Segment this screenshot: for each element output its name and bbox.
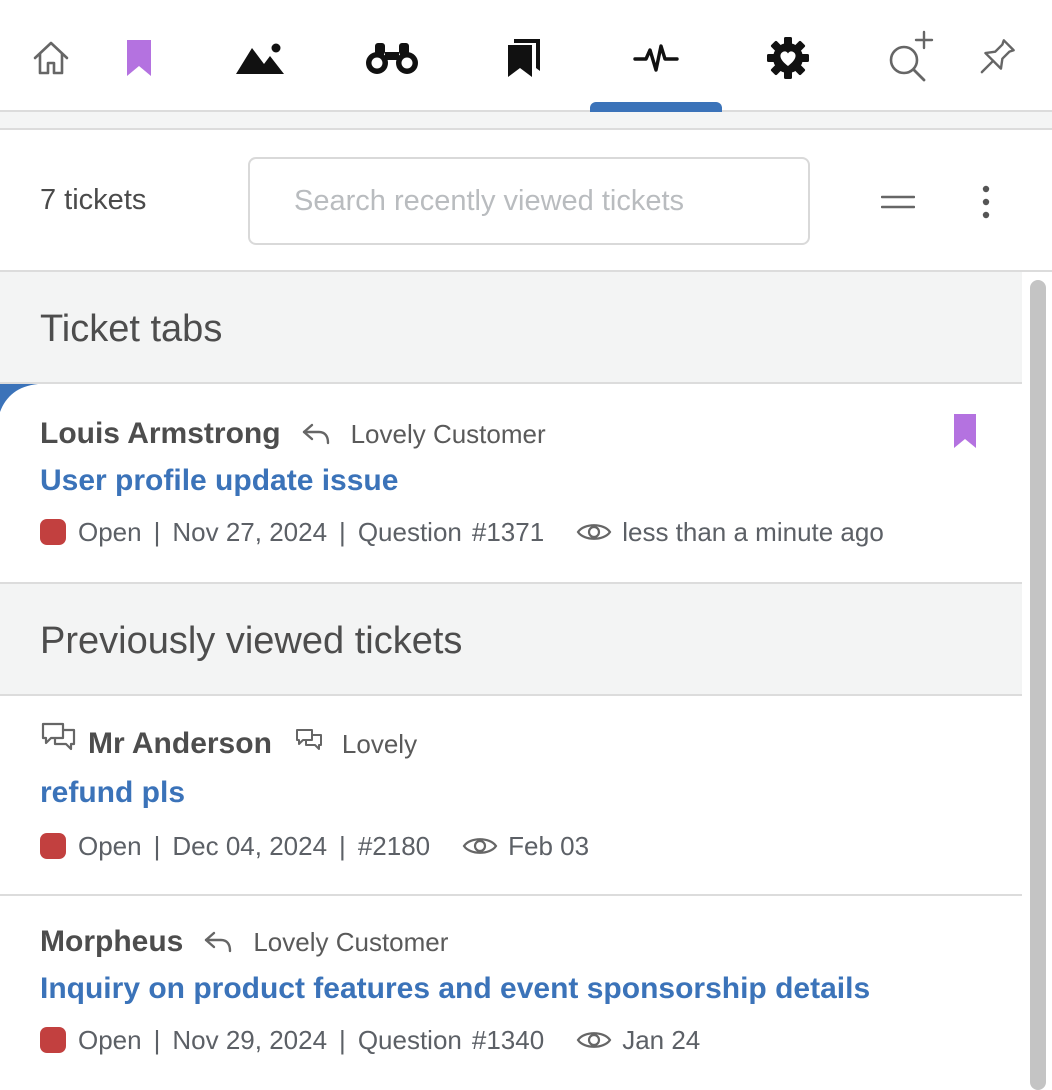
ticket-subject-link[interactable]: User profile update issue [40, 464, 398, 498]
status-label: Open [78, 1024, 142, 1055]
home-icon [33, 41, 69, 75]
eye-icon [576, 1028, 612, 1052]
last-viewed: less than a minute ago [622, 516, 884, 547]
scrollbar-thumb[interactable] [1030, 280, 1046, 1090]
reply-icon [203, 929, 233, 955]
collapse-button[interactable] [870, 174, 926, 230]
ticket-list: Ticket tabs Louis Armstrong Lovely Custo… [0, 272, 1022, 1088]
nav-bookmark-button[interactable] [107, 26, 171, 90]
mountain-image-icon [236, 43, 284, 74]
equals-lines-icon [881, 195, 915, 209]
status-indicator [40, 1027, 66, 1053]
nav-search-add-button[interactable] [876, 26, 940, 90]
last-viewed: Feb 03 [508, 830, 590, 861]
ticket-date: Dec 04, 2024 [172, 830, 328, 861]
top-navigation [0, 0, 1052, 112]
customer-name[interactable]: Mr Anderson [88, 727, 272, 761]
organization-name[interactable]: Lovely Customer [351, 419, 546, 450]
binoculars-icon [366, 43, 418, 74]
more-options-button[interactable] [958, 174, 1014, 230]
nav-bookmarks-button[interactable] [492, 26, 556, 90]
status-label: Open [78, 830, 142, 861]
eye-icon [576, 520, 612, 544]
active-tab-indicator [590, 102, 722, 112]
kebab-menu-icon [982, 185, 990, 219]
customer-name[interactable]: Louis Armstrong [40, 417, 281, 451]
last-viewed: Jan 24 [622, 1024, 701, 1055]
gear-heart-icon [767, 37, 809, 79]
customer-name[interactable]: Morpheus [40, 925, 183, 959]
ticket-number: #2180 [357, 830, 431, 861]
ticket-number: #1371 [471, 516, 545, 547]
ticket-subject-link[interactable]: Inquiry on product features and event sp… [40, 972, 870, 1006]
ticket-number: #1340 [471, 1024, 545, 1055]
nav-home-button[interactable] [19, 26, 83, 90]
nav-separator-band [0, 112, 1052, 130]
nav-images-button[interactable] [228, 26, 292, 90]
nav-binoculars-button[interactable] [360, 26, 424, 90]
bookmark-icon [954, 414, 976, 448]
nav-settings-button[interactable] [756, 26, 820, 90]
section-ticket-tabs: Ticket tabs [0, 272, 1022, 384]
bookmark-toggle[interactable] [952, 412, 978, 455]
bookmarks-icon [508, 39, 540, 77]
ticket-type: Question [357, 516, 462, 547]
ticket-count: 7 tickets [40, 184, 147, 216]
nav-activity-button[interactable] [624, 26, 688, 90]
organization-name[interactable]: Lovely Customer [253, 927, 448, 958]
nav-pin-button[interactable] [964, 26, 1028, 90]
status-indicator [40, 519, 66, 545]
list-toolbar: 7 tickets [0, 130, 1052, 272]
chat-bubbles-small-icon [294, 726, 324, 754]
pin-icon [980, 39, 1015, 74]
search-input[interactable] [248, 157, 810, 245]
eye-icon [462, 834, 498, 858]
chat-bubbles-icon [40, 720, 78, 756]
search-plus-icon [889, 30, 934, 82]
section-previously-viewed: Previously viewed tickets [0, 584, 1022, 696]
status-label: Open [78, 516, 142, 547]
ticket-item-1340[interactable]: Morpheus Lovely Customer Inquiry on prod… [0, 896, 1022, 1088]
ticket-item-2180[interactable]: Mr Anderson Lovely refund pls Open | Dec… [0, 696, 1022, 896]
organization-name[interactable]: Lovely [342, 729, 417, 760]
ticket-item-1371[interactable]: Louis Armstrong Lovely Customer User pro… [0, 384, 1022, 584]
ticket-type: Question [357, 1024, 462, 1055]
section-title: Previously viewed tickets [40, 620, 463, 662]
reply-icon [301, 421, 331, 447]
section-title: Ticket tabs [40, 308, 223, 350]
ticket-date: Nov 27, 2024 [172, 516, 328, 547]
status-indicator [40, 833, 66, 859]
ticket-subject-link[interactable]: refund pls [40, 776, 185, 810]
ticket-date: Nov 29, 2024 [172, 1024, 328, 1055]
active-ticket-marker [0, 384, 38, 412]
activity-pulse-icon [633, 44, 679, 72]
bookmark-icon [127, 40, 151, 76]
